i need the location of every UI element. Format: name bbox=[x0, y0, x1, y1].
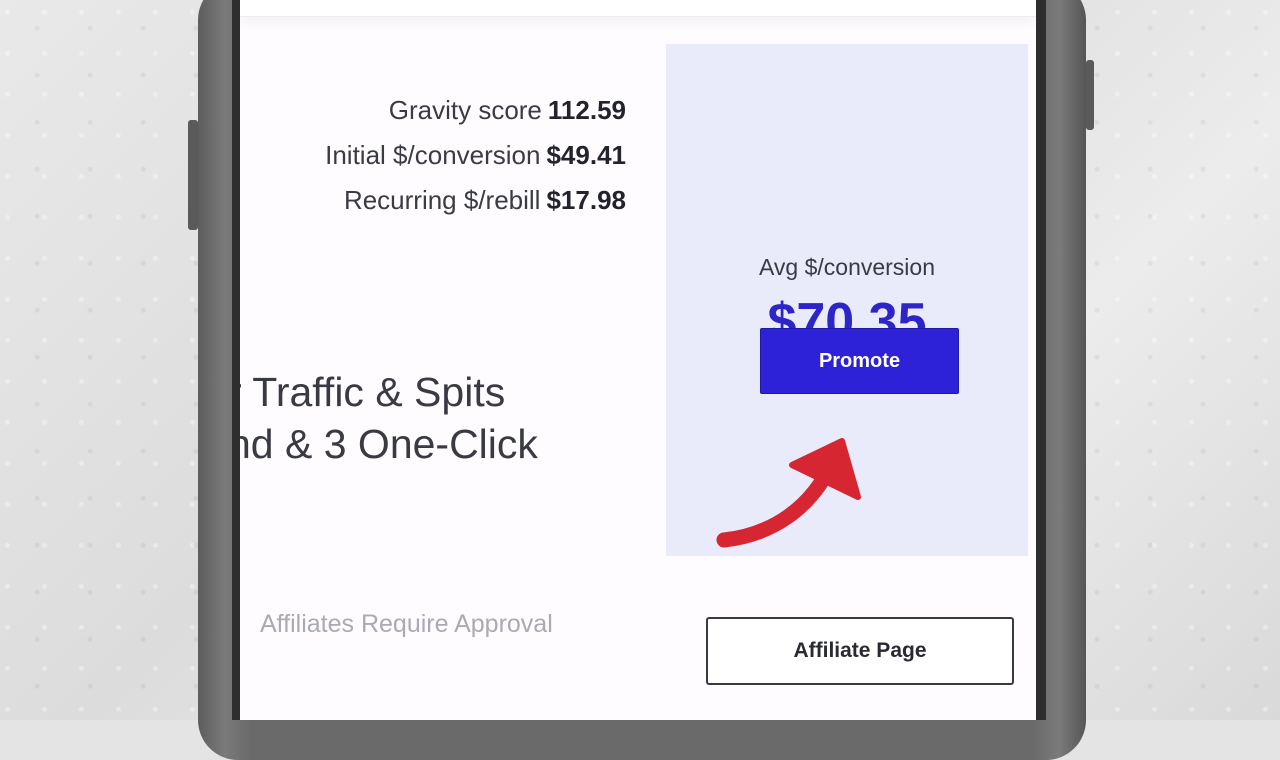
description-line: r Traffic & Spits bbox=[240, 369, 506, 415]
description-line: nd & 3 One-Click bbox=[240, 421, 538, 467]
stat-label: Gravity score bbox=[388, 95, 542, 125]
stat-gravity: Gravity score 112.59 bbox=[325, 88, 626, 133]
promote-button[interactable]: Promote bbox=[760, 328, 959, 394]
avg-conversion-label: Avg $/conversion bbox=[758, 254, 935, 280]
stat-label: Initial $/conversion bbox=[325, 140, 541, 170]
phone-side-button bbox=[188, 120, 198, 230]
phone-screen: Gravity score 112.59 Initial $/conversion… bbox=[240, 0, 1036, 720]
stat-label: Recurring $/rebill bbox=[343, 185, 541, 215]
red-arrow-icon bbox=[716, 438, 861, 548]
phone-power-button bbox=[1086, 60, 1094, 130]
stat-value: 112.59 bbox=[547, 95, 626, 125]
stat-value: $49.41 bbox=[546, 140, 626, 170]
stat-recurring: Recurring $/rebill $17.98 bbox=[325, 178, 626, 223]
stat-value: $17.98 bbox=[546, 185, 626, 215]
affiliate-page-button[interactable]: Affiliate Page bbox=[706, 617, 1014, 685]
top-bar bbox=[240, 0, 1036, 17]
approval-note: Affiliates Require Approval bbox=[260, 610, 553, 638]
stat-initial: Initial $/conversion $49.41 bbox=[325, 133, 626, 178]
product-stats: Gravity score 112.59 Initial $/conversion… bbox=[325, 88, 626, 223]
product-description: r Traffic & Spits nd & 3 One-Click bbox=[240, 366, 648, 470]
